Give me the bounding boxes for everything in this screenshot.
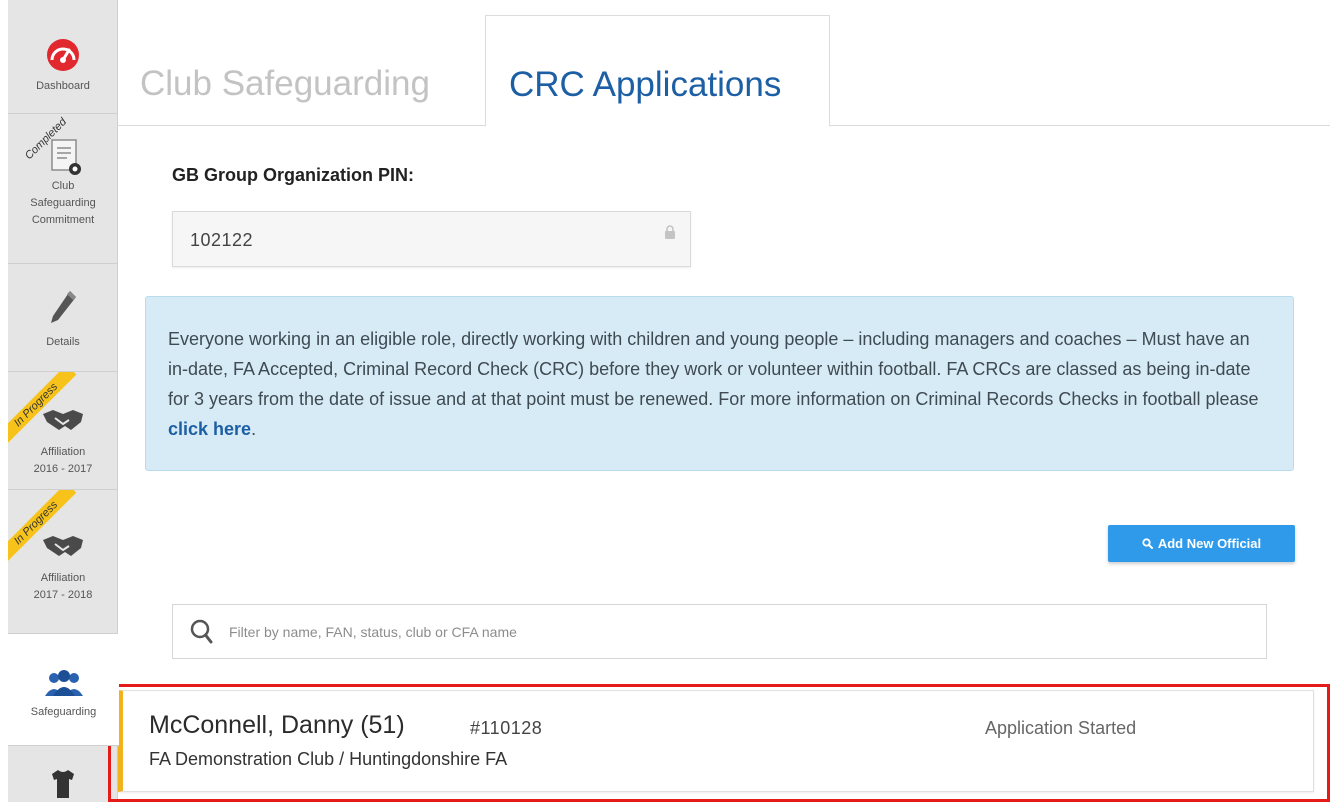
handshake-icon <box>43 536 83 556</box>
sidebar-item-label-line2: Safeguarding <box>30 197 96 209</box>
tab-club-safeguarding[interactable]: Club Safeguarding <box>140 64 430 104</box>
click-here-link[interactable]: click here <box>168 419 251 439</box>
search-icon <box>190 619 213 644</box>
search-icon <box>1142 538 1153 549</box>
sidebar-item-label-line1: Club <box>51 180 75 192</box>
pin-field: 102122 <box>172 211 691 267</box>
sidebar: Dashboard Completed Club Safeguarding Co… <box>8 0 119 802</box>
sidebar-item-label-line3: Commitment <box>31 214 95 226</box>
pin-value: 102122 <box>190 230 254 250</box>
official-fan: #110128 <box>470 718 543 738</box>
sidebar-item-safeguarding[interactable]: Safeguarding <box>8 634 119 746</box>
info-suffix: . <box>251 419 257 439</box>
official-club: FA Demonstration Club / Huntingdonshire … <box>149 749 508 769</box>
sidebar-item-label-line1: Affiliation <box>40 446 86 458</box>
handshake-icon <box>43 410 83 430</box>
sidebar-item-dashboard[interactable]: Dashboard <box>8 0 118 114</box>
lock-icon <box>665 225 675 239</box>
official-card[interactable]: McConnell, Danny (51) #110128 Applicatio… <box>118 690 1314 792</box>
filter-input[interactable] <box>229 620 1229 644</box>
pin-label: GB Group Organization PIN: <box>172 165 414 185</box>
tab-crc-applications[interactable]: CRC Applications <box>485 15 830 127</box>
add-new-official-label: Add New Official <box>1157 536 1262 551</box>
tab-bar: Club Safeguarding CRC Applications <box>118 0 1330 127</box>
application-status: Application Started <box>985 718 1137 738</box>
filter-box <box>172 604 1267 659</box>
shirt-icon <box>52 770 74 798</box>
add-new-official-button[interactable]: Add New Official <box>1108 525 1295 562</box>
sidebar-item-kit[interactable] <box>8 746 118 802</box>
official-name: McConnell, Danny (51) <box>149 711 405 739</box>
info-text: Everyone working in an eligible role, di… <box>168 329 1259 409</box>
sidebar-item-label-line1: Affiliation <box>40 572 86 584</box>
sidebar-item-label-line2: 2016 - 2017 <box>33 463 93 475</box>
sidebar-item-affiliation-2017-2018[interactable]: In Progress Affiliation 2017 - 2018 <box>8 490 118 634</box>
people-group-icon <box>44 670 83 696</box>
sidebar-item-label: Safeguarding <box>30 706 97 718</box>
gauge-icon <box>47 39 79 71</box>
sidebar-item-label-line2: 2017 - 2018 <box>33 589 93 601</box>
sidebar-item-club-safeguarding-commitment[interactable]: Completed Club Safeguarding Commitment <box>8 114 118 264</box>
sidebar-item-label: Details <box>46 336 80 348</box>
crc-info-box: Everyone working in an eligible role, di… <box>145 296 1294 471</box>
sidebar-item-details[interactable]: Details <box>8 264 118 372</box>
sidebar-item-label: Dashboard <box>36 80 90 92</box>
pencil-icon <box>51 291 76 323</box>
document-ball-icon <box>51 139 81 175</box>
sidebar-item-affiliation-2016-2017[interactable]: In Progress Affiliation 2016 - 2017 <box>8 372 118 490</box>
